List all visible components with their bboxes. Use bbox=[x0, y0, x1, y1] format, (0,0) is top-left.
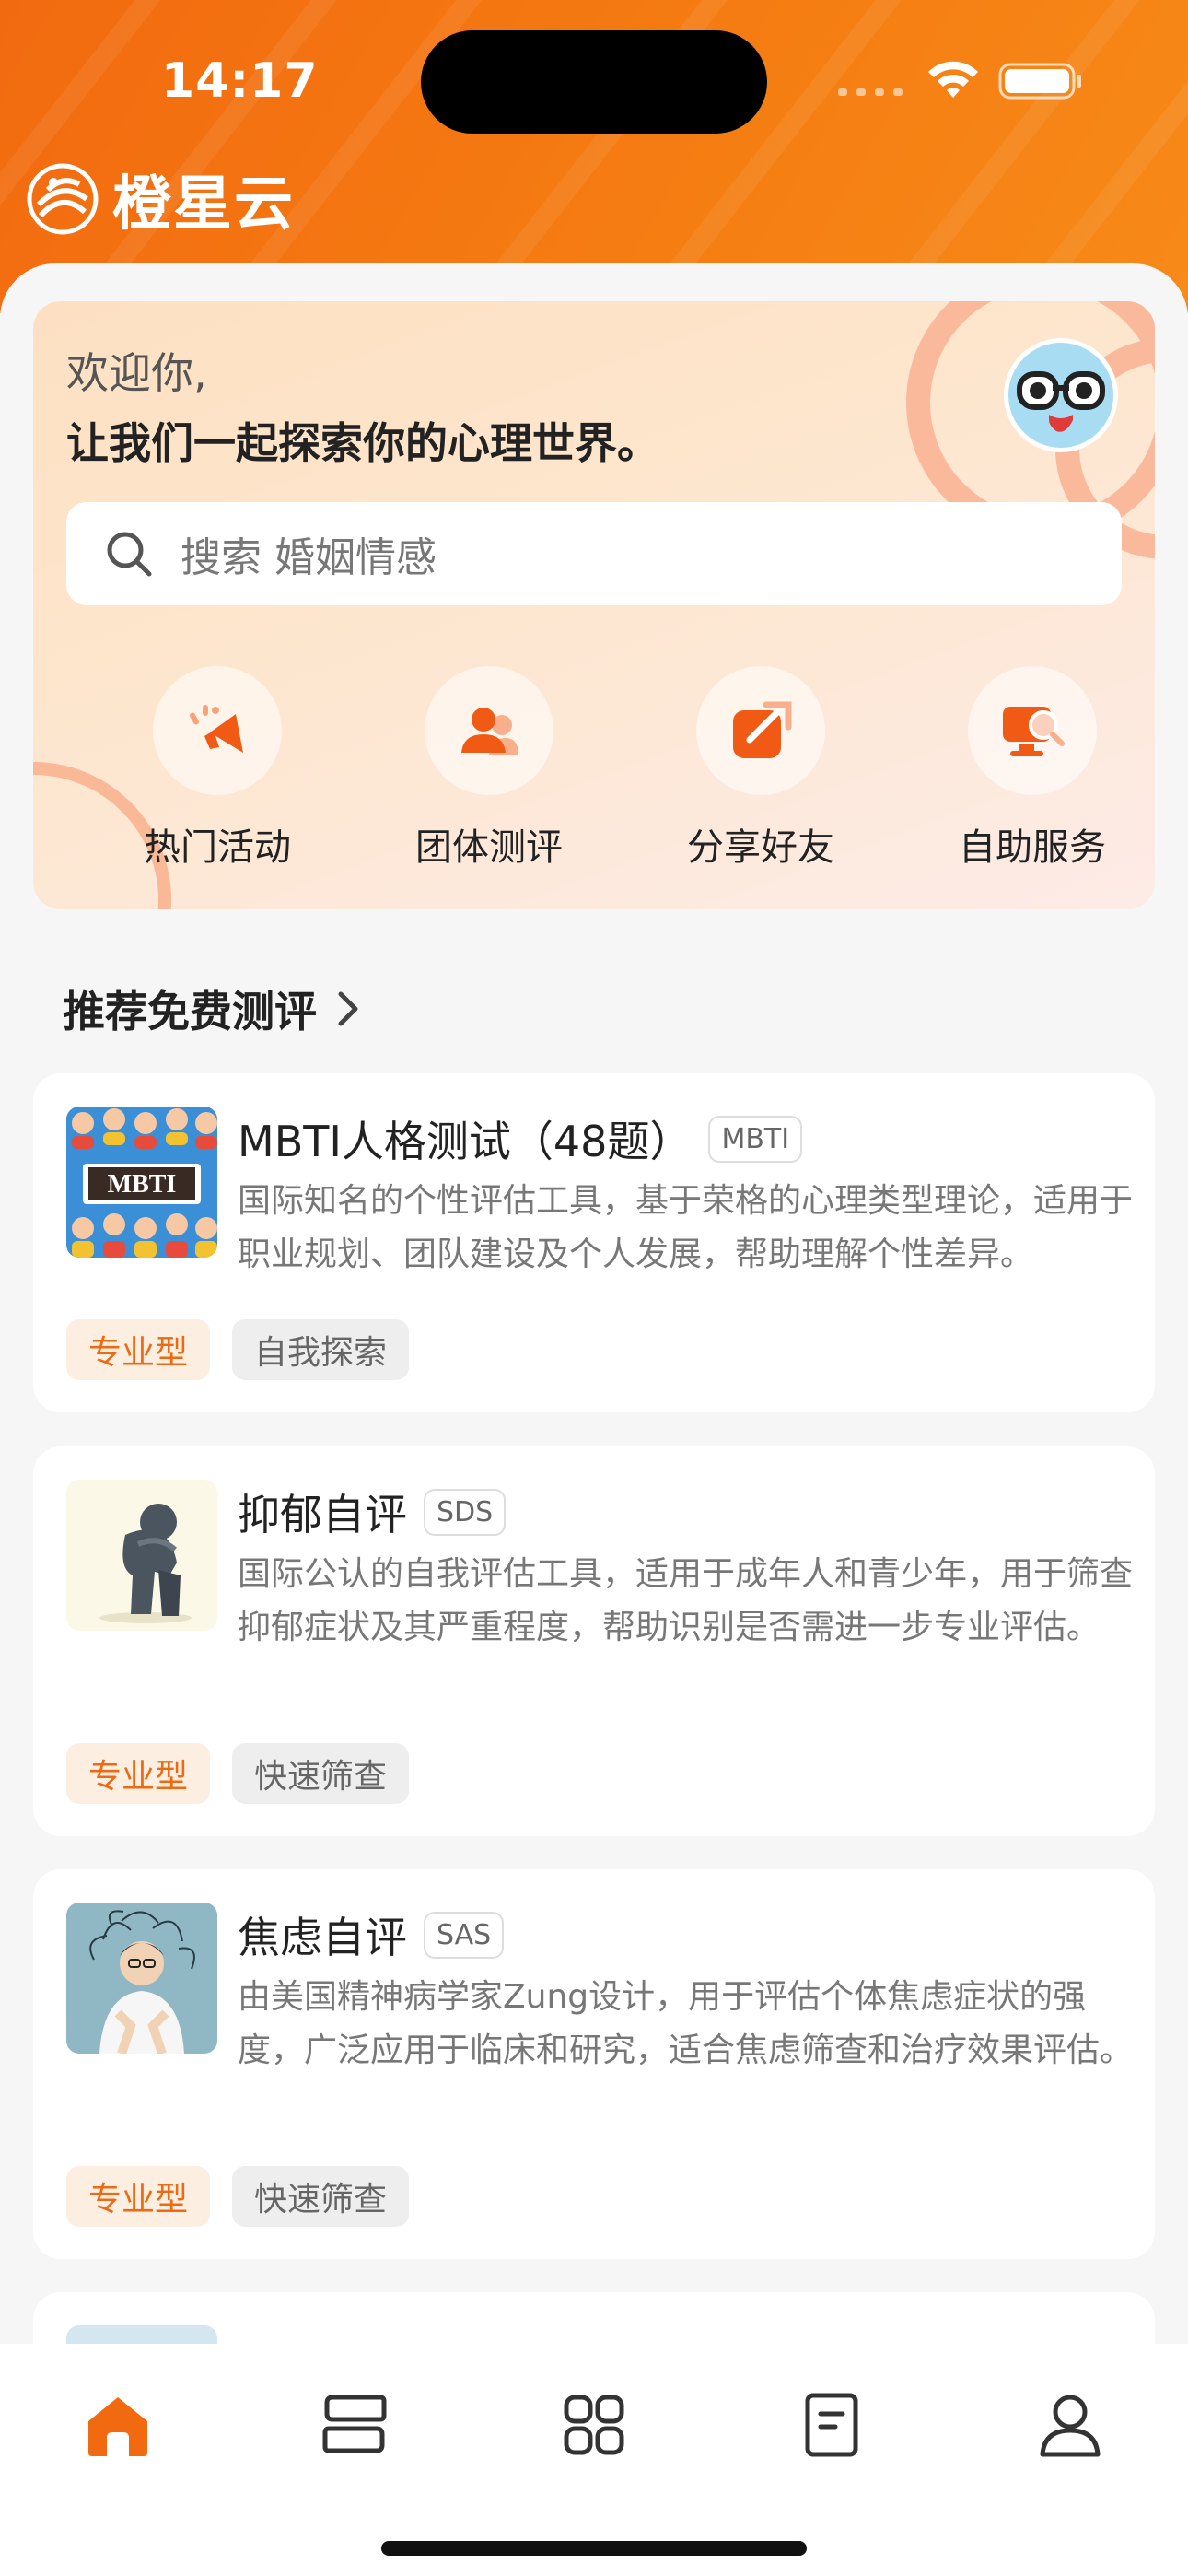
signal-icon bbox=[838, 88, 904, 96]
brand-logo: 橙星云 bbox=[26, 162, 295, 239]
avatar[interactable] bbox=[1004, 338, 1118, 452]
tab-home[interactable] bbox=[81, 2388, 155, 2462]
quick-action-label: 团体测评 bbox=[415, 826, 563, 869]
battery-icon bbox=[998, 63, 1081, 100]
tab-records[interactable] bbox=[795, 2388, 868, 2462]
card-title-row: 抑郁自评 SDS bbox=[238, 1481, 507, 1542]
quick-action-icon-wrap bbox=[696, 666, 825, 795]
sad-person-image bbox=[66, 1480, 217, 1631]
document-icon bbox=[805, 2393, 858, 2457]
card-description: 国际公认的自我评估工具，适用于成年人和青少年，用于筛查抑郁症状及其严重程度，帮助… bbox=[238, 1555, 1134, 1646]
search-icon bbox=[107, 532, 152, 577]
status-bar: 14:17 bbox=[0, 0, 1188, 138]
card-title: 抑郁自评 bbox=[238, 1490, 407, 1540]
tab-profile[interactable] bbox=[1033, 2388, 1107, 2462]
card-title-row: 焦虑自评 SAS bbox=[238, 1904, 505, 1965]
card-description: 国际知名的个性评估工具，基于荣格的心理类型理论，适用于职业规划、团队建设及个人发… bbox=[238, 1182, 1134, 1273]
group-icon bbox=[461, 708, 518, 755]
list-icon bbox=[322, 2395, 387, 2453]
status-time: 14:17 bbox=[161, 53, 319, 109]
anxious-person-image bbox=[66, 1903, 217, 2054]
quick-action-self-service[interactable]: 自助服务 bbox=[922, 666, 1143, 871]
logo-icon bbox=[27, 163, 99, 235]
quick-action-group-assessment[interactable]: 团体测评 bbox=[379, 666, 600, 871]
tag-category: 快速筛查 bbox=[232, 2166, 410, 2227]
section-title: 推荐免费测评 bbox=[63, 987, 317, 1036]
share-icon bbox=[733, 701, 792, 758]
mbti-thumbnail: MBTI bbox=[66, 1107, 217, 1258]
card-title: 焦虑自评 bbox=[238, 1913, 407, 1962]
tag-professional: 专业型 bbox=[66, 2166, 211, 2227]
tag-professional: 专业型 bbox=[66, 1319, 211, 1380]
tab-list[interactable] bbox=[318, 2388, 391, 2462]
dynamic-island bbox=[421, 30, 767, 134]
quick-action-icon-wrap bbox=[425, 666, 553, 795]
quick-action-label: 自助服务 bbox=[959, 826, 1106, 869]
tag-category: 快速筛查 bbox=[232, 1743, 410, 1804]
sds-thumbnail bbox=[66, 1480, 217, 1631]
card-title: MBTI人格测试（48题） bbox=[238, 1117, 693, 1166]
greeting-subtitle: 让我们一起探索你的心理世界。 bbox=[66, 418, 659, 468]
quick-action-share-friends[interactable]: 分享好友 bbox=[650, 666, 871, 871]
home-icon bbox=[88, 2397, 147, 2456]
quick-action-icon-wrap bbox=[153, 666, 282, 795]
assessment-card-mbti[interactable]: MBTI MBTI人格测试（48题） MBTI 国际知名的个性评估工具，基于荣格… bbox=[33, 1073, 1155, 1412]
welcome-panel: 欢迎你, 让我们一起探索你的心理世界。 搜索 婚姻情感 热门活动 团体测评 分享… bbox=[33, 301, 1155, 909]
card-description: 由美国精神病学家Zung设计，用于评估个体焦虑症状的强度，广泛应用于临床和研究，… bbox=[238, 1978, 1134, 2069]
mbti-thumb-label: MBTI bbox=[108, 1170, 177, 1199]
card-title-row: MBTI人格测试（48题） MBTI bbox=[238, 1108, 803, 1169]
quick-action-hot-activities[interactable]: 热门活动 bbox=[107, 666, 328, 871]
wifi-icon bbox=[928, 61, 978, 98]
recommended-section-header[interactable]: 推荐免费测评 bbox=[63, 978, 359, 1039]
greeting-text: 欢迎你, bbox=[66, 348, 207, 398]
quick-action-icon-wrap bbox=[968, 666, 1097, 795]
search-input[interactable]: 搜索 婚姻情感 bbox=[66, 502, 1122, 605]
quick-action-label: 热门活动 bbox=[144, 826, 291, 869]
tag-category: 自我探索 bbox=[232, 1319, 410, 1380]
card-code-badge: SAS bbox=[424, 1911, 505, 1959]
card-code-badge: MBTI bbox=[708, 1115, 803, 1163]
brand-name: 橙星云 bbox=[112, 170, 295, 239]
grid-icon bbox=[564, 2395, 624, 2455]
assessment-card-sds[interactable]: 抑郁自评 SDS 国际公认的自我评估工具，适用于成年人和青少年，用于筛查抑郁症状… bbox=[33, 1446, 1155, 1836]
card-tags: 专业型 快速筛查 bbox=[66, 2166, 431, 2227]
home-indicator bbox=[381, 2541, 807, 2556]
sas-thumbnail bbox=[66, 1903, 217, 2054]
megaphone-icon bbox=[190, 705, 243, 753]
people-crowd-image: MBTI bbox=[66, 1107, 217, 1258]
search-placeholder: 搜索 婚姻情感 bbox=[181, 534, 437, 581]
quick-action-label: 分享好友 bbox=[687, 826, 834, 869]
tab-categories[interactable] bbox=[557, 2388, 631, 2462]
profile-icon bbox=[1040, 2395, 1101, 2457]
chevron-right-icon bbox=[338, 991, 358, 1026]
tag-professional: 专业型 bbox=[66, 1743, 211, 1804]
avatar-face-icon bbox=[1008, 343, 1113, 448]
card-tags: 专业型 自我探索 bbox=[66, 1319, 431, 1380]
assessment-card-sas[interactable]: 焦虑自评 SAS 由美国精神病学家Zung设计，用于评估个体焦虑症状的强度，广泛… bbox=[33, 1869, 1155, 2259]
card-code-badge: SDS bbox=[424, 1488, 507, 1536]
card-tags: 专业型 快速筛查 bbox=[66, 1743, 431, 1804]
self-service-icon bbox=[1003, 707, 1065, 756]
